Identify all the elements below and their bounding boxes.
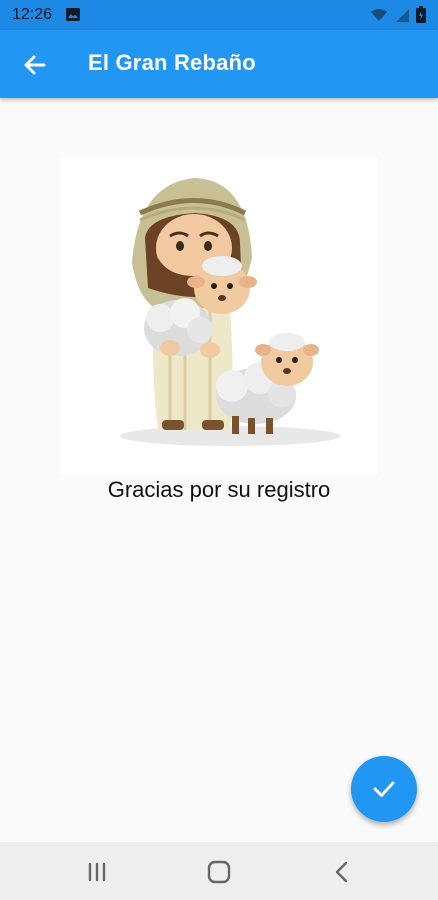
back-icon[interactable]: [328, 858, 356, 886]
shepherd-with-sheep-image: [120, 178, 340, 446]
check-icon: [373, 781, 395, 797]
confirm-button[interactable]: [351, 756, 417, 822]
battery-icon: [416, 6, 426, 23]
status-bar: 12:26: [0, 0, 438, 30]
wifi-icon: [371, 8, 387, 21]
signal-icon: [396, 8, 409, 22]
page-title: El Gran Rebaño: [88, 50, 256, 75]
registration-message: Gracias por su registro: [107, 477, 331, 502]
arrow-back-icon[interactable]: [20, 50, 50, 80]
status-time: 12:26: [12, 6, 53, 23]
home-icon[interactable]: [205, 858, 233, 886]
shepherd-illustration: [60, 158, 378, 474]
status-icons: [370, 6, 426, 23]
image-icon: [66, 8, 80, 21]
system-nav-bar: [0, 842, 438, 900]
app-bar: El Gran Rebaño: [0, 30, 438, 98]
recent-apps-icon[interactable]: [83, 858, 111, 886]
